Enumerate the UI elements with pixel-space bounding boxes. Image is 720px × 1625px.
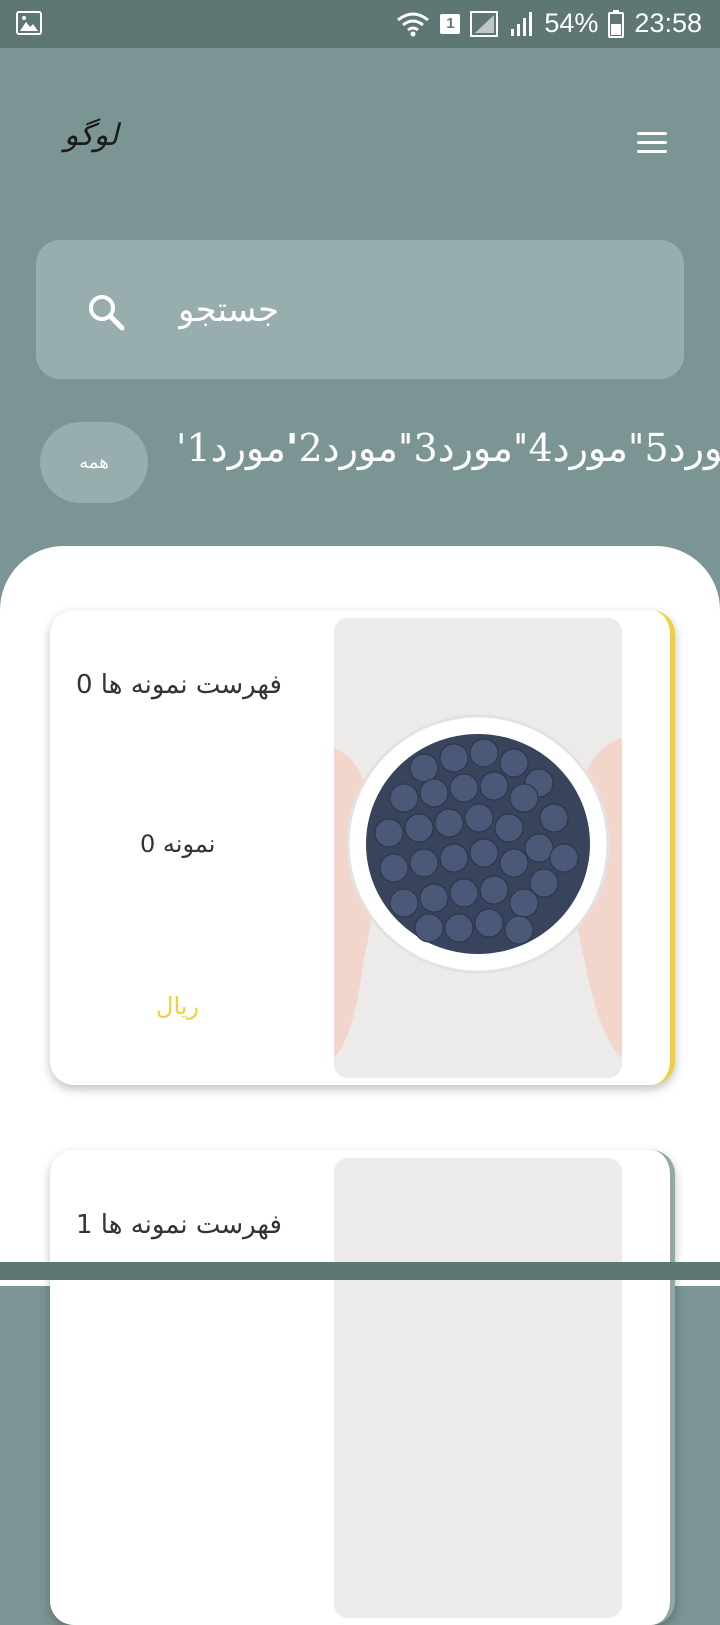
category-item-1[interactable]: 'مورد1' <box>176 426 296 470</box>
product-card[interactable]: فهرست نمونه ها 1 <box>50 1150 675 1625</box>
category-all-chip[interactable]: همه <box>40 422 148 503</box>
product-title: فهرست نمونه ها 0 <box>76 670 282 700</box>
search-input[interactable] <box>176 280 580 340</box>
product-price: ریال <box>156 992 200 1020</box>
product-image <box>334 1158 622 1618</box>
search-icon[interactable] <box>86 292 126 332</box>
category-item-2[interactable]: 'مورد2' <box>288 426 408 470</box>
sim-badge: 1 <box>440 13 461 34</box>
category-item-3[interactable]: 'مورد3' <box>403 426 523 470</box>
blueberries-bowl-image <box>334 618 622 1078</box>
battery-icon <box>608 9 625 38</box>
product-card[interactable]: فهرست نمونه ها 0 نمونه 0 ریال <box>50 610 675 1085</box>
hamburger-menu-icon[interactable] <box>634 132 670 158</box>
category-item-4[interactable]: 'مورد4' <box>518 426 638 470</box>
product-title: فهرست نمونه ها 1 <box>76 1210 282 1240</box>
category-item-5[interactable]: 'مورد5' <box>634 426 720 470</box>
battery-percent: 54% <box>544 8 599 38</box>
category-filter-bar[interactable]: همه 'مورد1' 'مورد2' 'مورد3' 'مورد4' 'مور… <box>0 420 720 510</box>
product-subtitle: نمونه 0 <box>140 830 216 858</box>
wifi-icon <box>396 11 430 37</box>
signal-strength-icon <box>510 11 534 37</box>
search-bar[interactable] <box>36 240 684 379</box>
signal-icon <box>470 10 500 37</box>
clock: 23:58 <box>634 8 702 38</box>
navigation-bar <box>0 1262 720 1280</box>
status-bar: 1 54% 23:58 <box>0 0 720 48</box>
app-logo: لوگو <box>64 118 119 153</box>
gallery-notification-icon <box>16 11 42 39</box>
product-list-panel: فهرست نمونه ها 0 نمونه 0 ریال فهرست نمون… <box>0 546 720 1625</box>
